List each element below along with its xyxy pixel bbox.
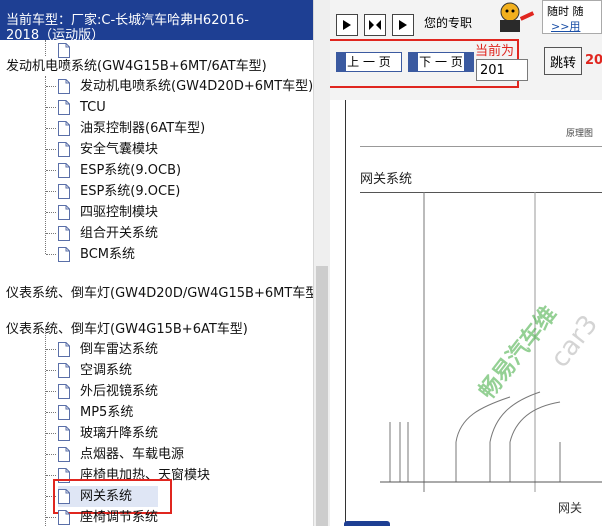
button-cap-left [337, 53, 346, 71]
document-viewer-panel: 您的专职 随时 随 >>用 上 一 页 下 一 页 当前为 跳转 20 原理图 [330, 0, 602, 526]
next-arrow-button[interactable] [392, 14, 414, 36]
tree-branch [46, 475, 56, 476]
split-arrows-icon [369, 20, 381, 30]
jump-button[interactable]: 跳转 [544, 47, 582, 75]
document-icon [58, 163, 70, 178]
wiring-diagram-view[interactable]: 原理图 网关系统 畅易汽车维 car3 网关 [330, 100, 602, 526]
fit-toggle-button[interactable] [364, 14, 386, 36]
doc-header-label: 原理图 [566, 129, 594, 139]
tree-branch [46, 349, 56, 350]
header-rule [360, 146, 602, 147]
tree-branch [46, 86, 56, 87]
current-page-label: 当前为 [475, 44, 515, 59]
tree-connector [45, 40, 46, 56]
viewer-toolbar: 您的专职 随时 随 >>用 上 一 页 下 一 页 当前为 跳转 20 [330, 0, 602, 100]
tree-branch [46, 170, 56, 171]
prev-page-button[interactable]: 上 一 页 [336, 52, 402, 72]
button-cap-left [409, 53, 418, 71]
current-vehicle-header: 当前车型：厂家:C-长城汽车哈弗H62016- 2018（运动版） [0, 0, 313, 40]
page-indicator: 20 [585, 53, 602, 68]
page-tab[interactable] [344, 521, 390, 526]
document-icon [58, 342, 70, 357]
tree-branch [46, 454, 56, 455]
promo-text: 您的专职 [424, 16, 473, 30]
promo-link[interactable]: >>用 [551, 18, 580, 34]
tree-connector [45, 76, 46, 254]
tree-branch [46, 370, 56, 371]
document-icon [58, 405, 70, 420]
tree-branch [46, 412, 56, 413]
tree-branch [46, 212, 56, 213]
document-icon [58, 426, 70, 441]
page-border [345, 100, 346, 526]
tree-branch [46, 107, 56, 108]
tree-branch [46, 517, 56, 518]
play-left-icon [343, 20, 351, 30]
tree-branch [46, 433, 56, 434]
button-cap-right [464, 53, 473, 71]
next-page-button[interactable]: 下 一 页 [408, 52, 474, 72]
tree-scrollbar[interactable] [313, 0, 330, 526]
document-icon [58, 447, 70, 462]
document-icon [58, 184, 70, 199]
document-icon [58, 384, 70, 399]
tree-branch [46, 391, 56, 392]
document-icon [58, 363, 70, 378]
page-number-input[interactable] [476, 59, 528, 81]
play-right-icon [399, 20, 407, 30]
tree-branch [46, 191, 56, 192]
document-icon [58, 205, 70, 220]
tree-branch [46, 233, 56, 234]
system-tree: 发动机电喷系统(GW4G15B+6MT/6AT车型) 发动机电喷系统(GW4D2… [0, 40, 313, 526]
tree-branch [46, 254, 56, 255]
tree-branch [46, 149, 56, 150]
prev-arrow-button[interactable] [336, 14, 358, 36]
document-icon [58, 510, 70, 525]
tree-scrollbar-thumb[interactable] [316, 266, 328, 526]
doc-footer-label: 网关 [558, 501, 583, 515]
promo-banner[interactable]: 随时 随 >>用 [542, 0, 602, 34]
document-icon [58, 121, 70, 136]
document-icon [58, 226, 70, 241]
model-tree-panel: 当前车型：厂家:C-长城汽车哈弗H62016- 2018（运动版） 发动机电喷系… [0, 0, 330, 526]
document-icon [58, 247, 70, 262]
document-icon [58, 79, 70, 94]
mechanic-mascot-icon [500, 2, 535, 32]
document-icon [58, 100, 70, 115]
diagram-title: 网关系统 [360, 172, 413, 187]
tree-branch [46, 128, 56, 129]
document-icon [58, 142, 70, 157]
